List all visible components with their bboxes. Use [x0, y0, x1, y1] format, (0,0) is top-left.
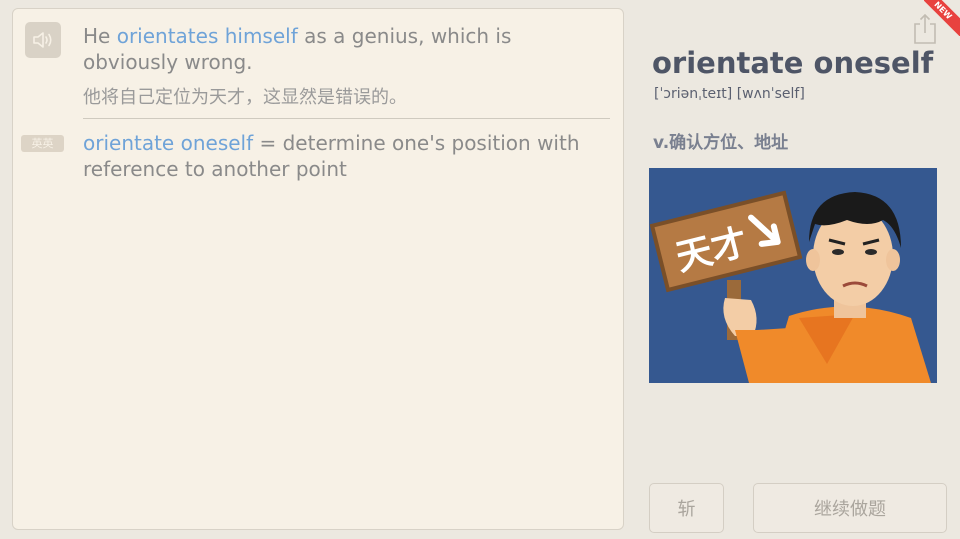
speaker-icon	[33, 32, 52, 48]
sentence-highlight: orientates himself	[116, 24, 298, 48]
headword: orientate oneself	[652, 46, 934, 80]
sentence-translation: 他将自己定位为天才，这显然是错误的。	[83, 87, 407, 108]
part-of-speech: v.确认方位、地址	[653, 133, 789, 153]
definition-tag: 英英	[21, 135, 64, 152]
example-sentence: He orientates himself as a genius, which…	[83, 23, 603, 75]
app-screen: He orientates himself as a genius, which…	[0, 0, 960, 539]
speaker-button[interactable]	[25, 22, 61, 58]
phonetic: [ˈɔriənˌteɪt] [wʌnˈself]	[654, 86, 805, 102]
cut-button[interactable]: 斩	[649, 483, 724, 533]
english-definition: orientate oneself = determine one's posi…	[83, 130, 603, 182]
example-card: He orientates himself as a genius, which…	[12, 8, 624, 530]
continue-button[interactable]: 继续做题	[753, 483, 947, 533]
new-badge: NEW	[924, 0, 960, 36]
definition-term: orientate oneself	[83, 131, 254, 155]
divider	[83, 118, 610, 119]
new-badge-label: NEW	[924, 0, 960, 36]
sentence-before: He	[83, 24, 117, 48]
illustration-image: 天才	[649, 168, 937, 383]
